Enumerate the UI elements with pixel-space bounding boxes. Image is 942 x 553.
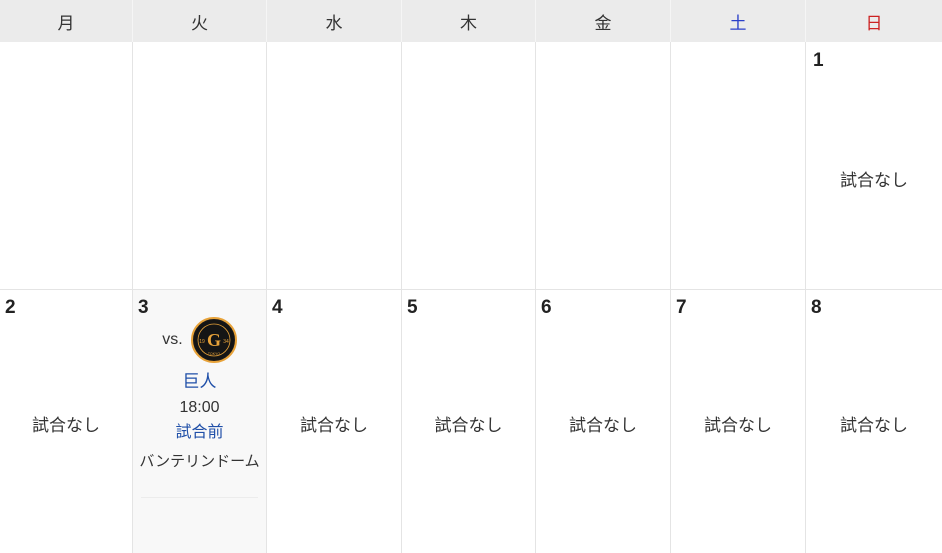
day-number: 3 xyxy=(138,297,149,318)
day-cell-empty xyxy=(133,42,267,289)
logo-letter: G xyxy=(207,330,221,350)
game-venue: バンテリンドーム xyxy=(139,452,260,470)
game-divider xyxy=(141,497,258,498)
no-game-label: 試合なし xyxy=(300,416,368,436)
weekday-sun: 日 xyxy=(865,13,883,34)
day-cell-empty xyxy=(267,42,402,289)
no-game-label: 試合なし xyxy=(32,416,100,436)
day-cell-empty xyxy=(402,42,536,289)
weekday-thu: 木 xyxy=(402,0,536,42)
logo-city: TOKYO xyxy=(208,352,220,356)
matchup: vs. G 19 34 TOKYO xyxy=(162,317,237,363)
weekday-fri: 金 xyxy=(536,0,671,42)
day-cell-8: 8 試合なし xyxy=(806,290,942,553)
no-game-label: 試合なし xyxy=(434,416,503,436)
day-cell-6: 6 試合なし xyxy=(536,290,671,553)
day-number: 8 xyxy=(811,297,822,318)
day-cell-4: 4 試合なし xyxy=(267,290,402,553)
day-cell-7: 7 試合なし xyxy=(671,290,806,553)
game-time: 18:00 xyxy=(179,399,220,416)
day-number: 4 xyxy=(272,297,283,318)
game-calendar: 月 火 水 木 金 土 日 1 試合なし 2 試合なし 3 vs. G 19 3… xyxy=(0,0,942,553)
no-game-label: 試合なし xyxy=(704,416,772,436)
giants-logo-graphic: G 19 34 TOKYO xyxy=(193,320,234,360)
day-cell-5: 5 試合なし xyxy=(402,290,536,553)
weekday-sat: 土 xyxy=(671,0,806,42)
day-cell-3[interactable]: 3 vs. G 19 34 TOKYO 巨人 18:00 試合前 バンテリンドー… xyxy=(133,290,267,553)
day-cell-1: 1 試合なし xyxy=(806,42,942,289)
week-row-2: 2 試合なし 3 vs. G 19 34 TOKYO 巨人 18:00 試合前 … xyxy=(0,290,942,553)
game-status-link[interactable]: 試合前 xyxy=(175,418,223,442)
game-entry: vs. G 19 34 TOKYO 巨人 18:00 試合前 バンテリンドーム xyxy=(133,317,266,471)
giants-logo-icon[interactable]: G 19 34 TOKYO xyxy=(190,317,237,363)
day-number: 1 xyxy=(813,50,824,71)
weekday-mon: 月 xyxy=(0,0,133,42)
weekday-wed: 水 xyxy=(267,0,402,42)
weekday-header: 月 火 水 木 金 土 日 xyxy=(0,0,942,42)
day-cell-empty xyxy=(0,42,133,289)
weekday-tue: 火 xyxy=(133,0,267,42)
day-cell-empty xyxy=(536,42,671,289)
day-cell-empty xyxy=(671,42,806,289)
no-game-label: 試合なし xyxy=(840,416,908,436)
logo-year-right: 34 xyxy=(223,339,229,345)
no-game-label: 試合なし xyxy=(569,416,637,436)
opponent-link[interactable]: 巨人 xyxy=(183,367,217,392)
day-number: 7 xyxy=(676,297,687,318)
week-row-1: 1 試合なし xyxy=(0,42,942,290)
vs-label: vs. xyxy=(162,331,183,348)
day-cell-2: 2 試合なし xyxy=(0,290,133,553)
day-number: 6 xyxy=(541,297,552,318)
day-number: 2 xyxy=(5,297,16,318)
logo-year-left: 19 xyxy=(199,339,205,345)
day-number: 5 xyxy=(407,297,418,318)
no-game-label: 試合なし xyxy=(840,171,908,191)
